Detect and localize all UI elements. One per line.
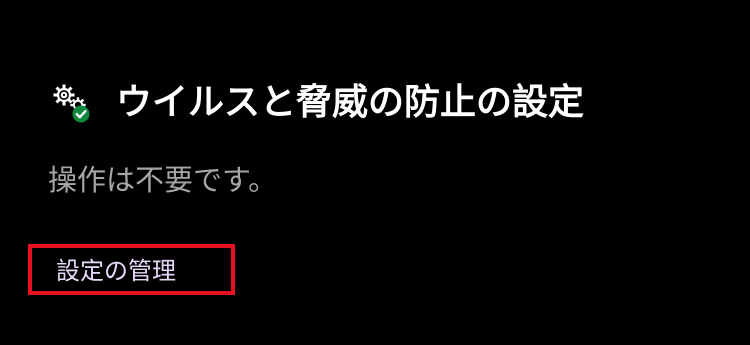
virus-threat-protection-settings-section: ウイルスと脅威の防止の設定 操作は不要です。 設定の管理 [0, 0, 750, 345]
page-title: ウイルスと脅威の防止の設定 [116, 82, 585, 123]
section-header: ウイルスと脅威の防止の設定 [48, 80, 584, 126]
manage-settings-link[interactable]: 設定の管理 [28, 244, 235, 295]
status-text: 操作は不要です。 [48, 163, 278, 197]
manage-settings-label: 設定の管理 [56, 257, 176, 285]
gear-checkmark-icon [48, 80, 94, 126]
